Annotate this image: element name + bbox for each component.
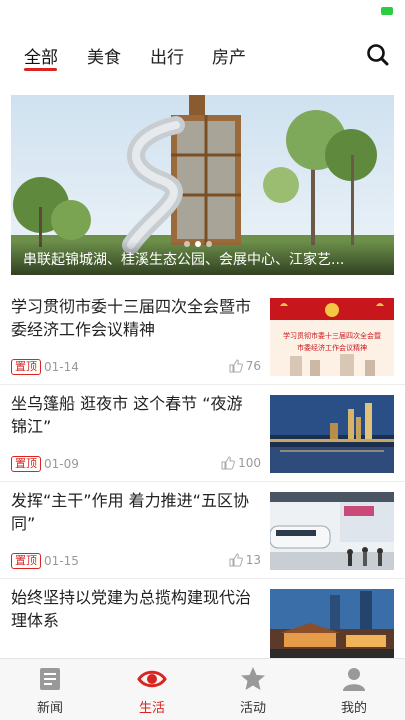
nav-me-label: 我的 <box>340 701 367 716</box>
news-item[interactable]: 学习贯彻市委十三届四次全会暨市委经济工作会议精神 置顶 01-14 76 学习贯… <box>0 288 405 385</box>
news-meta: 置顶 01-15 13 <box>11 553 261 571</box>
pinned-badge: 置顶 <box>11 359 41 375</box>
news-thumbnail <box>270 589 394 659</box>
star-icon <box>241 667 265 690</box>
carousel-dot[interactable] <box>184 241 190 247</box>
news-item[interactable]: 始终坚持以党建为总揽构建现代治理体系 <box>0 579 405 669</box>
carousel-dots <box>184 232 217 251</box>
like-count[interactable]: 100 <box>221 456 261 470</box>
status-bar <box>0 0 405 24</box>
nav-life-label: 生活 <box>138 701 165 716</box>
news-meta: 置顶 01-14 76 <box>11 359 261 377</box>
like-count-value: 100 <box>238 456 261 470</box>
news-thumbnail: 学习贯彻市委十三届四次全会暨 市委经济工作会议精神 <box>270 298 394 376</box>
active-tab-indicator <box>24 68 57 71</box>
thumbs-up-icon <box>221 456 236 470</box>
nav-me[interactable]: 我的 <box>319 665 389 716</box>
news-meta: 置顶 01-09 100 <box>11 456 261 474</box>
news-date: 01-09 <box>44 457 79 471</box>
pinned-badge: 置顶 <box>11 553 41 569</box>
tab-real-estate[interactable]: 房产 <box>212 43 246 68</box>
carousel-dot-active[interactable] <box>195 241 201 247</box>
nav-news-label: 新闻 <box>36 701 63 716</box>
news-date: 01-15 <box>44 554 79 568</box>
thumbs-up-icon <box>229 359 243 373</box>
category-tabs: 全部 美食 出行 房产 <box>0 36 405 80</box>
search-icon <box>367 44 389 66</box>
tab-food[interactable]: 美食 <box>87 43 121 68</box>
like-count[interactable]: 76 <box>229 359 261 373</box>
nav-events-label: 活动 <box>239 701 266 716</box>
eye-icon <box>137 670 167 688</box>
thumbs-up-icon <box>229 553 243 567</box>
like-count-value: 13 <box>245 553 261 567</box>
nav-events[interactable]: 活动 <box>218 665 288 716</box>
news-title: 坐乌篷船 逛夜市 这个春节 “夜游锦江” <box>11 394 243 436</box>
news-item[interactable]: 坐乌篷船 逛夜市 这个春节 “夜游锦江” 置顶 01-09 100 <box>0 385 405 482</box>
news-title: 学习贯彻市委十三届四次全会暨市委经济工作会议精神 <box>11 297 252 339</box>
tab-travel[interactable]: 出行 <box>150 43 184 68</box>
news-thumbnail <box>270 395 394 473</box>
news-thumbnail <box>270 492 394 570</box>
pinned-badge: 置顶 <box>11 456 41 472</box>
news-item[interactable]: 发挥“主干”作用 着力推进“五区协同” 置顶 01-15 13 <box>0 482 405 579</box>
search-button[interactable] <box>365 42 391 68</box>
nav-news[interactable]: 新闻 <box>15 665 85 716</box>
carousel-dot[interactable] <box>206 241 212 247</box>
thumbnail-heading-2: 市委经济工作会议精神 <box>297 343 367 352</box>
person-icon <box>343 668 365 691</box>
like-count[interactable]: 13 <box>229 553 261 567</box>
tab-all[interactable]: 全部 <box>24 43 58 68</box>
thumbnail-heading-1: 学习贯彻市委十三届四次全会暨 <box>283 331 381 340</box>
nav-life[interactable]: 生活 <box>117 665 187 716</box>
like-count-value: 76 <box>245 359 261 373</box>
banner-caption: 串联起锦城湖、桂溪生态公园、会展中心、江家艺... <box>23 252 345 268</box>
bottom-nav: 新闻 生活 活动 我的 <box>0 658 405 720</box>
news-title: 发挥“主干”作用 着力推进“五区协同” <box>11 491 249 533</box>
battery-icon <box>381 7 393 15</box>
news-icon <box>40 668 60 690</box>
news-title: 始终坚持以党建为总揽构建现代治理体系 <box>11 588 252 630</box>
news-date: 01-14 <box>44 360 79 374</box>
